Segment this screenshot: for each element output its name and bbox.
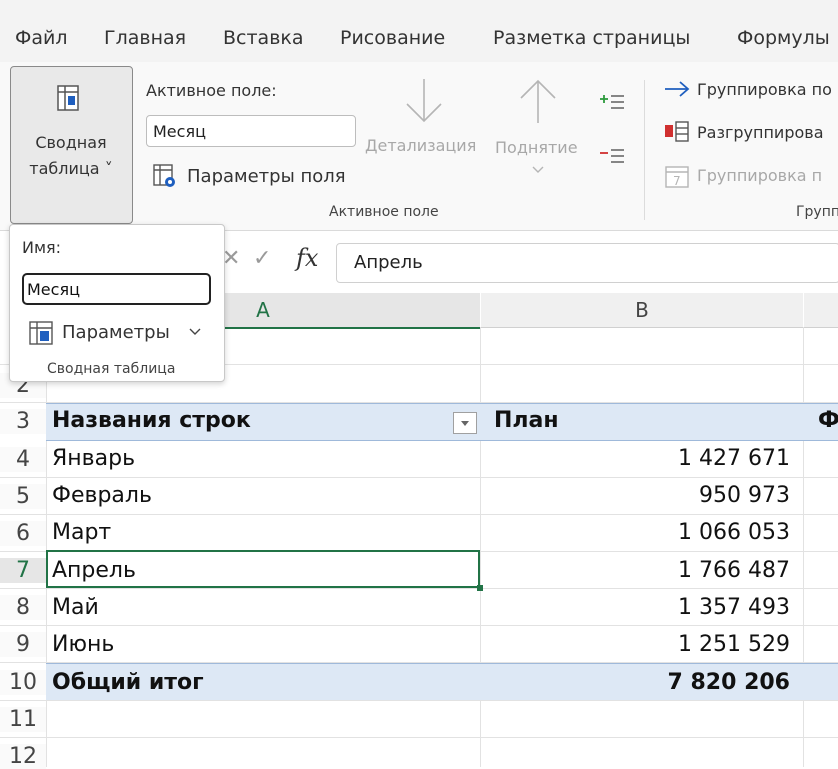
row-number[interactable]: 9 [0,632,46,657]
chevron-down-icon [532,166,544,173]
column-label-a: A [256,298,270,322]
check-icon[interactable]: ✓ [253,246,271,271]
row-number[interactable]: 6 [0,521,46,546]
tab-page-layout[interactable]: Разметка страницы [493,27,690,49]
row-value[interactable]: 950 973 [699,483,790,508]
grid-line [46,327,47,767]
grand-total-value[interactable]: 7 820 206 [668,670,790,695]
field-settings-icon [153,164,175,187]
arrow-down-icon [406,79,442,123]
grid-line [0,700,838,701]
tab-file[interactable]: Файл [15,27,68,49]
row-value[interactable]: 1 766 487 [678,558,790,583]
options-icon [29,321,53,345]
row-number-selected[interactable]: 7 [0,558,46,583]
row-number[interactable]: 5 [0,484,46,509]
fx-icon[interactable]: fx [296,244,318,272]
pivot-plan-header[interactable]: План [494,408,559,433]
pivot-fact-header[interactable]: Ф [818,408,838,433]
row-value[interactable]: 1 066 053 [678,520,790,545]
expand-field-icon[interactable] [599,92,625,112]
row-label[interactable]: Февраль [52,483,152,508]
pivot-table-icon [57,85,79,111]
row-number[interactable]: 3 [0,409,46,434]
grid-line [0,625,838,626]
menu-bar: Файл Главная Вставка Рисование Разметка … [0,0,838,62]
row-number[interactable]: 11 [0,707,46,732]
options-button[interactable]: Параметры [62,322,170,343]
drill-down-button[interactable]: Детализация [365,136,476,155]
pivot-table-label-1: Сводная [35,133,107,152]
grid-line [0,477,838,478]
active-field-group-label: Активное поле [329,204,439,220]
pivot-table-label-2: таблица ˅ [29,159,113,178]
row-value[interactable]: 1 357 493 [678,595,790,620]
grid-line [803,327,804,767]
tab-formulas[interactable]: Формулы [737,27,830,49]
svg-text:7: 7 [673,174,681,188]
chevron-down-icon [461,421,469,426]
ribbon-separator [644,80,645,220]
column-label-b: B [635,298,649,322]
column-header-b[interactable]: B [481,293,803,328]
tab-draw[interactable]: Рисование [340,27,445,49]
tab-insert[interactable]: Вставка [223,27,304,49]
row-number[interactable]: 8 [0,595,46,620]
field-settings-button[interactable]: Параметры поля [187,166,346,187]
tab-home[interactable]: Главная [104,27,186,49]
active-field-input[interactable] [146,115,356,147]
grand-total-label[interactable]: Общий итог [52,670,204,695]
drill-up-button[interactable]: Поднятие [495,138,578,157]
cell-selection [46,550,480,588]
row-number[interactable]: 4 [0,447,46,472]
row-number[interactable]: 12 [0,744,46,769]
filter-dropdown-button[interactable] [453,412,477,434]
grid-line [0,514,838,515]
group-group-label: Групп [796,204,838,220]
row-label[interactable]: Май [52,595,99,620]
row-number[interactable]: 10 [0,670,46,695]
row-value[interactable]: 1 427 671 [678,446,790,471]
arrow-up-icon [520,79,556,123]
arrow-right-icon [665,81,690,97]
row-value[interactable]: 1 251 529 [678,632,790,657]
column-header-c[interactable] [804,293,838,328]
row-label[interactable]: Июнь [52,632,114,657]
grid-line [480,327,481,767]
collapse-field-icon[interactable] [599,146,625,166]
row-label[interactable]: Март [52,520,111,545]
active-field-label: Активное поле: [146,81,277,100]
row-label[interactable]: Январь [52,446,135,471]
grid-line [0,588,838,589]
grid-line [0,737,838,738]
calendar-icon: 7 [665,166,689,188]
pivot-name-label: Имя: [22,238,62,257]
pivot-row-labels-header[interactable]: Названия строк [52,408,251,433]
pivot-name-input[interactable] [22,273,211,305]
pivot-table-group-label: Сводная таблица [47,361,176,377]
chevron-down-icon[interactable] [189,327,201,337]
ungroup-icon [665,121,689,142]
fill-handle[interactable] [477,585,483,591]
ungroup-button[interactable]: Разгруппирова [697,123,824,142]
group-field-button[interactable]: Группировка п [697,166,822,185]
group-selection-button[interactable]: Группировка по [697,80,832,99]
formula-value: Апрель [354,252,423,273]
